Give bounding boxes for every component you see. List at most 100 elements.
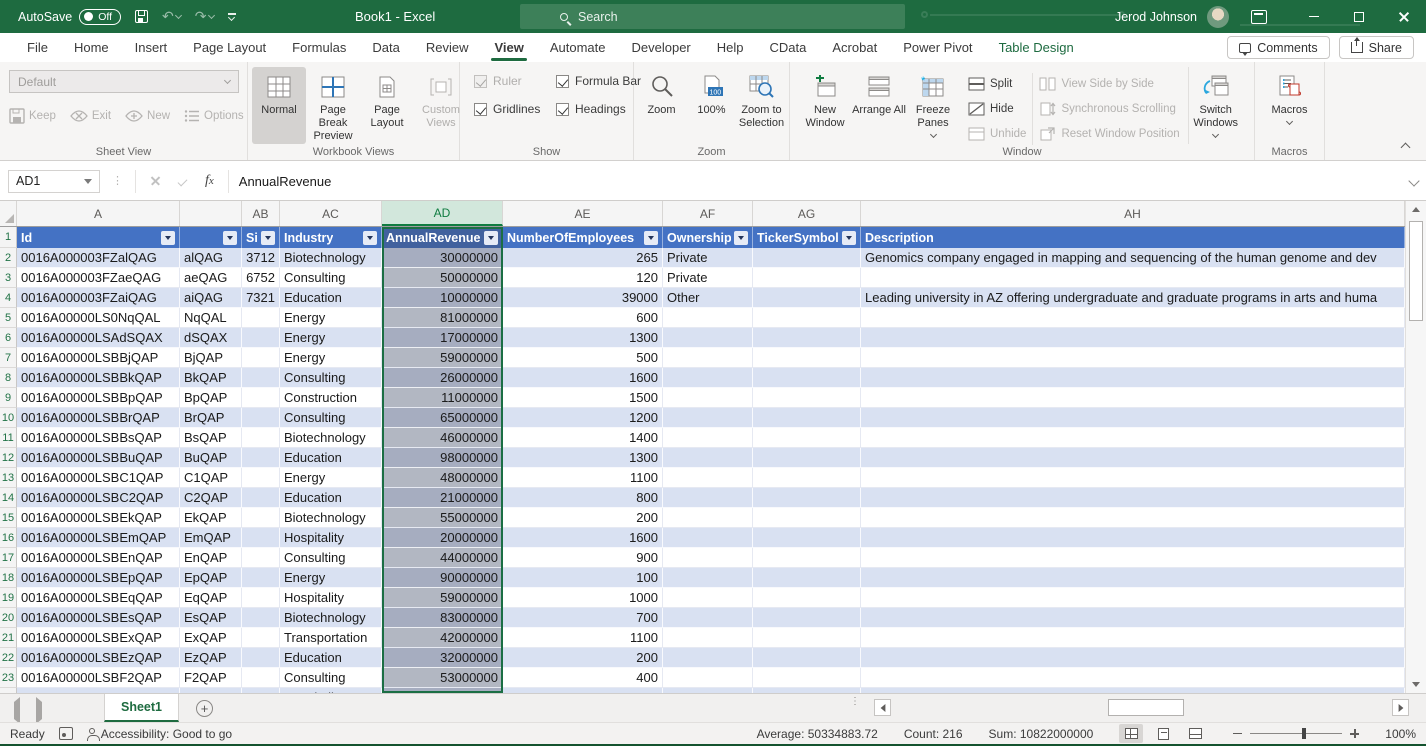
cell[interactable] [753, 328, 861, 348]
cell[interactable]: 1100 [503, 628, 663, 648]
cell[interactable] [663, 528, 753, 548]
cell[interactable]: 0016A00000LSBEmQAP [17, 528, 180, 548]
cell[interactable]: Consulting [280, 668, 382, 688]
row-number[interactable]: 17 [0, 548, 17, 568]
arrange-all-button[interactable]: Arrange All [852, 67, 906, 144]
expand-formula-bar-icon[interactable] [1408, 175, 1419, 186]
customize-qat-button[interactable] [228, 13, 236, 19]
switch-windows-button[interactable]: Switch Windows [1189, 67, 1243, 137]
cell[interactable]: 11000000 [382, 388, 503, 408]
cell[interactable]: 81000000 [382, 308, 503, 328]
table-header-id[interactable]: Id [17, 227, 180, 248]
options-button[interactable]: Options [184, 105, 244, 127]
ribbon-tab-home[interactable]: Home [61, 33, 122, 62]
cell[interactable]: EkQAP [180, 508, 242, 528]
cell[interactable]: EnQAP [180, 548, 242, 568]
row-number[interactable]: 12 [0, 448, 17, 468]
cell[interactable] [861, 508, 1405, 528]
cell[interactable] [242, 408, 280, 428]
cell[interactable] [753, 348, 861, 368]
hscroll-left-icon[interactable] [874, 699, 891, 716]
row-number[interactable]: 18 [0, 568, 17, 588]
cell[interactable]: Energy [280, 328, 382, 348]
table-header-blank[interactable] [180, 227, 242, 248]
cell[interactable]: aiQAG [180, 288, 242, 308]
page-break-preview-button[interactable]: Page Break Preview [306, 67, 360, 144]
cell[interactable] [242, 508, 280, 528]
cell[interactable] [663, 508, 753, 528]
row-number[interactable]: 1 [0, 227, 17, 248]
table-header-industry[interactable]: Industry [280, 227, 382, 248]
zoom-level[interactable]: 100% [1385, 727, 1416, 741]
row-number[interactable]: 11 [0, 428, 17, 448]
cell[interactable]: Consulting [280, 408, 382, 428]
row-number[interactable]: 15 [0, 508, 17, 528]
cell[interactable]: 0016A00000LSBEkQAP [17, 508, 180, 528]
close-button[interactable] [1381, 0, 1426, 33]
cell[interactable] [861, 468, 1405, 488]
vertical-scrollbar-thumb[interactable] [1409, 221, 1423, 321]
cell[interactable]: 0016A00000LSBEnQAP [17, 548, 180, 568]
filter-button[interactable] [644, 231, 658, 245]
macros-button[interactable]: Macros [1263, 67, 1317, 144]
ribbon-tab-formulas[interactable]: Formulas [279, 33, 359, 62]
unhide-button[interactable]: Unhide [968, 123, 1026, 145]
view-page-layout-button[interactable] [1151, 724, 1175, 743]
cell[interactable] [242, 308, 280, 328]
enter-icon[interactable] [178, 176, 188, 186]
cell[interactable] [753, 568, 861, 588]
formula-input[interactable]: AnnualRevenue [229, 170, 1410, 193]
ribbon-tab-developer[interactable]: Developer [619, 33, 704, 62]
cell[interactable] [663, 488, 753, 508]
select-all-corner[interactable] [0, 201, 17, 226]
cell[interactable]: 200 [503, 648, 663, 668]
cell[interactable]: aeQAG [180, 268, 242, 288]
row-number[interactable]: 10 [0, 408, 17, 428]
cell[interactable]: 0016A000003FZaiQAG [17, 288, 180, 308]
cell[interactable]: 0016A00000LSBBjQAP [17, 348, 180, 368]
row-number[interactable]: 2 [0, 248, 17, 268]
view-normal-button[interactable] [1119, 724, 1143, 743]
cell[interactable] [242, 648, 280, 668]
cell[interactable]: 0016A00000LSBBrQAP [17, 408, 180, 428]
cell[interactable] [861, 568, 1405, 588]
cell[interactable]: Genomics company engaged in mapping and … [861, 248, 1405, 268]
cell[interactable]: EpQAP [180, 568, 242, 588]
cell[interactable] [861, 388, 1405, 408]
ribbon-display-options-icon[interactable] [1251, 10, 1267, 24]
cell[interactable]: ExQAP [180, 628, 242, 648]
collapse-ribbon-button[interactable] [1402, 138, 1418, 154]
cell[interactable]: 39000 [503, 288, 663, 308]
cell[interactable]: 48000000 [382, 468, 503, 488]
cell[interactable]: 42000000 [382, 628, 503, 648]
cell[interactable] [663, 408, 753, 428]
cell[interactable] [753, 508, 861, 528]
column-header-AB[interactable]: AB [242, 201, 280, 226]
cell[interactable]: Biotechnology [280, 608, 382, 628]
cell[interactable]: Transportation [280, 628, 382, 648]
cell[interactable]: 30000000 [382, 248, 503, 268]
sheet-tab-sheet1[interactable]: Sheet1 [104, 694, 179, 722]
cell[interactable]: 1400 [503, 428, 663, 448]
cell[interactable]: Biotechnology [280, 248, 382, 268]
cell[interactable]: Hospitality [280, 588, 382, 608]
cell[interactable]: 1200 [503, 408, 663, 428]
row-number[interactable]: 4 [0, 288, 17, 308]
cell[interactable]: Consulting [280, 368, 382, 388]
cell[interactable]: Energy [280, 308, 382, 328]
cell[interactable]: 10000000 [382, 288, 503, 308]
cell[interactable] [753, 608, 861, 628]
cell[interactable] [242, 328, 280, 348]
share-button[interactable]: Share [1339, 36, 1414, 59]
cell[interactable] [753, 468, 861, 488]
table-header-ownership[interactable]: Ownership [663, 227, 753, 248]
ribbon-tab-acrobat[interactable]: Acrobat [819, 33, 890, 62]
ribbon-tab-file[interactable]: File [14, 33, 61, 62]
column-header-hidden[interactable] [180, 201, 242, 226]
cell[interactable] [663, 468, 753, 488]
cell[interactable]: 1000 [503, 588, 663, 608]
row-number[interactable]: 19 [0, 588, 17, 608]
ribbon-tab-help[interactable]: Help [704, 33, 757, 62]
cell[interactable]: alQAG [180, 248, 242, 268]
cell[interactable]: 900 [503, 548, 663, 568]
